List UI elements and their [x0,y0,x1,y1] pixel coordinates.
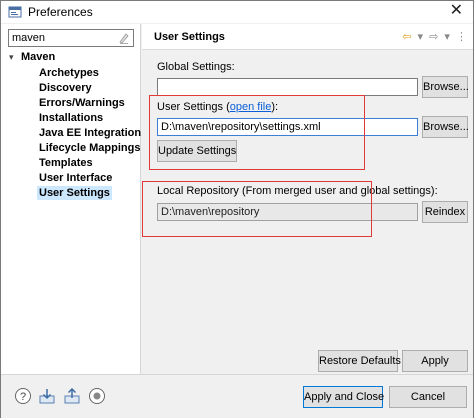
title-bar: Preferences ✕ [1,1,473,23]
tree-item-lifecycle-mappings[interactable]: Lifecycle Mappings [37,141,142,155]
tree-item-archetypes[interactable]: Archetypes [37,66,101,80]
export-icon[interactable] [63,387,81,405]
tree-item-templates[interactable]: Templates [37,156,95,170]
preference-tree-pane: maven ▾ Maven Archetypes Discovery Errors… [1,24,141,374]
forward-menu-chevron-icon[interactable]: ▾ [444,31,450,43]
local-repository-label: Local Repository (From merged user and g… [157,185,438,197]
preferences-app-icon [8,6,22,18]
back-menu-chevron-icon[interactable]: ▾ [418,31,424,43]
window-title: Preferences [28,5,93,19]
tree-node-label: Maven [21,51,56,63]
oomph-preference-recorder-icon[interactable] [88,387,106,405]
forward-arrow-icon[interactable]: ⇨ [429,31,438,43]
user-settings-browse-button[interactable]: Browse... [422,116,469,138]
user-settings-input[interactable]: D:\maven\repository\settings.xml [157,118,418,136]
tree-item-user-interface[interactable]: User Interface [37,171,114,185]
open-file-link[interactable]: open file [230,101,272,113]
settings-page: User Settings ⇦ ▾ ⇨ ▾ ⋮ Global Settings:… [142,24,473,374]
page-title: User Settings [154,31,225,43]
filter-input-value: maven [12,32,46,44]
view-menu-icon[interactable]: ⋮ [456,31,467,43]
update-settings-button[interactable]: Update Settings [157,140,237,162]
reindex-button[interactable]: Reindex [422,201,468,223]
local-repository-input[interactable]: D:\maven\repository [157,203,418,221]
restore-defaults-button[interactable]: Restore Defaults [318,350,401,372]
tree-item-user-settings[interactable]: User Settings [37,186,112,200]
apply-and-close-button[interactable]: Apply and Close [303,386,384,408]
global-settings-input[interactable] [157,78,418,96]
user-settings-label-suffix: ): [271,101,279,113]
page-navigation: ⇦ ▾ ⇨ ▾ ⋮ [399,30,467,43]
svg-text:?: ? [20,391,26,403]
help-icon[interactable]: ? [14,387,32,405]
global-settings-browse-button[interactable]: Browse... [422,76,469,98]
expand-arrow-icon[interactable]: ▾ [9,52,21,63]
close-window-button[interactable]: ✕ [450,2,463,20]
user-settings-label-prefix: User Settings ( [157,101,230,113]
tree-item-discovery[interactable]: Discovery [37,81,94,95]
page-header: User Settings ⇦ ▾ ⇨ ▾ ⋮ [142,24,473,50]
user-settings-label: User Settings (open file): [157,101,278,113]
tree-node-maven[interactable]: ▾ Maven [9,51,55,63]
tree-item-errors-warnings[interactable]: Errors/Warnings [37,96,127,110]
global-settings-label: Global Settings: [157,61,235,73]
tree-item-installations[interactable]: Installations [37,111,105,125]
tree-item-java-ee-integration[interactable]: Java EE Integration [37,126,143,140]
back-arrow-icon[interactable]: ⇦ [402,31,411,43]
dialog-footer: ? Apply and Close Cancel [1,374,473,418]
filter-input[interactable]: maven [8,29,134,47]
import-icon[interactable] [38,387,56,405]
clear-filter-icon[interactable] [118,31,130,45]
cancel-button[interactable]: Cancel [389,386,467,408]
preferences-window: Preferences ✕ maven ▾ Maven Archetypes Di… [0,0,474,418]
apply-button[interactable]: Apply [402,350,468,372]
